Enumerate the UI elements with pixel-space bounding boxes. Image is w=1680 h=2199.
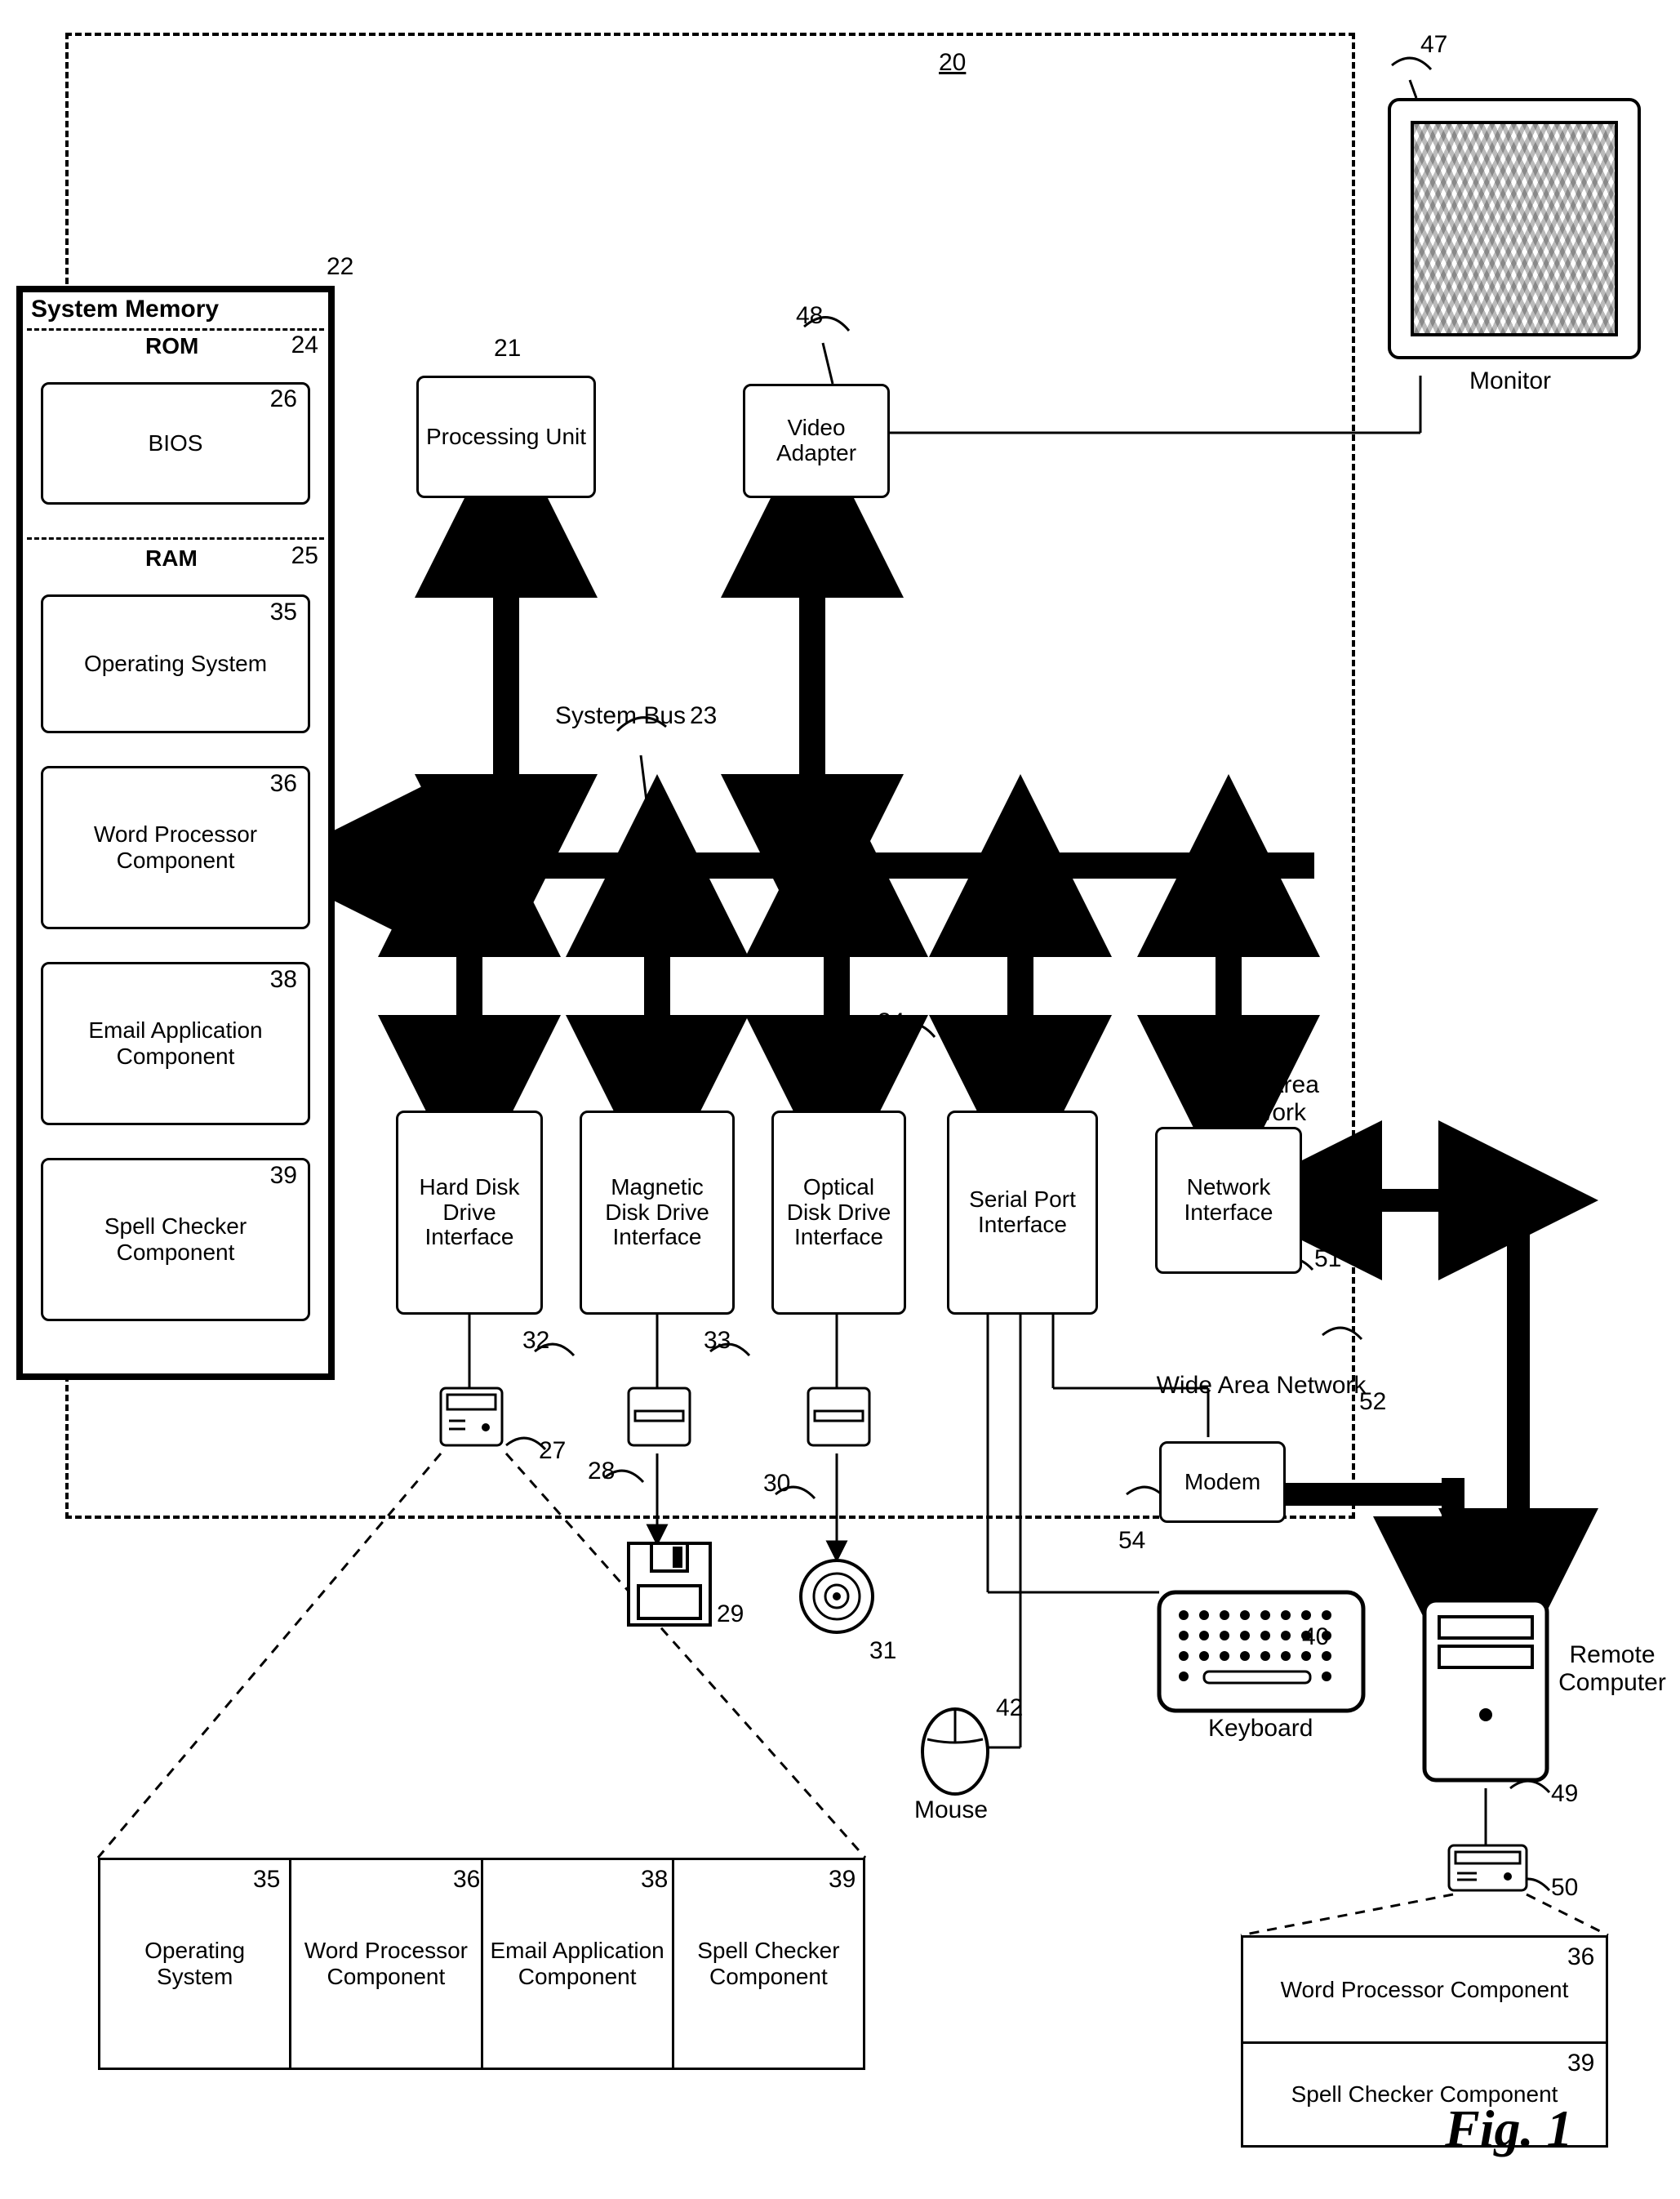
ref-remote-hd: 50 [1551, 1874, 1578, 1902]
modem: Modem [1159, 1441, 1286, 1523]
network-interface: Network Interface [1155, 1127, 1302, 1274]
system-memory: System Memory ROM 24 BIOS 26 RAM 25 Oper… [16, 286, 335, 1380]
ram-sp-label: Spell Checker Component [51, 1213, 300, 1266]
hard-disk-drive-interface: Hard Disk Drive Interface [396, 1111, 543, 1315]
ref-cd: 31 [869, 1637, 896, 1665]
ref-remote-wp: 36 [1567, 1943, 1594, 1971]
mouse-label: Mouse [914, 1796, 988, 1824]
video-adapter-label: Video Adapter [750, 416, 882, 466]
ref-floppy-drive: 28 [588, 1458, 615, 1485]
magnetic-disk-drive-interface: Magnetic Disk Drive Interface [580, 1111, 735, 1315]
ref-hd-wp: 36 [453, 1866, 480, 1894]
wan-label: Wide Area Network [1155, 1372, 1367, 1400]
hdi-label: Hard Disk Drive Interface [403, 1175, 536, 1250]
hd-os-label: Operating System [107, 1938, 282, 1990]
monitor-screen [1411, 121, 1618, 336]
ref-hd-em: 38 [641, 1866, 668, 1894]
remote-hd-wp-label: Word Processor Component [1281, 1977, 1569, 2003]
mdi-label: Magnetic Disk Drive Interface [587, 1175, 727, 1250]
ref-hd-os: 35 [253, 1866, 280, 1894]
nic-label: Network Interface [1162, 1175, 1295, 1226]
processing-unit-label: Processing Unit [426, 425, 586, 450]
video-adapter: Video Adapter [743, 384, 890, 498]
ref-mdi: 33 [704, 1327, 731, 1355]
ref-computer: 20 [939, 49, 966, 77]
monitor-label: Monitor [1469, 367, 1551, 395]
remote-hd-wp: Word Processor Component [1243, 1938, 1606, 2041]
ref-lan: 51 [1314, 1245, 1341, 1273]
keyboard-label: Keyboard [1208, 1715, 1313, 1743]
ram-label: RAM [145, 545, 198, 572]
ram-wp-label: Word Processor Component [51, 821, 300, 874]
ref-ram-wp: 36 [270, 770, 297, 798]
rom-label: ROM [145, 333, 198, 359]
ref-ram-sp: 39 [270, 1162, 297, 1190]
ref-rom: 24 [291, 332, 318, 359]
ref-cd-drive: 30 [763, 1470, 790, 1498]
ref-remote-sp: 39 [1567, 2050, 1594, 2077]
ref-sysmem: 22 [327, 253, 353, 281]
hd-wp: Word Processor Component [289, 1860, 480, 2068]
ram-os-label: Operating System [84, 651, 267, 677]
ref-spi: 46 [963, 1013, 990, 1040]
hd-sp-label: Spell Checker Component [681, 1938, 856, 1990]
hd-em-label: Email Application Component [490, 1938, 665, 1990]
system-memory-title: System Memory [31, 296, 219, 323]
processing-unit: Processing Unit [416, 376, 596, 498]
ref-ram-os: 35 [270, 599, 297, 626]
ref-ram: 25 [291, 542, 318, 570]
odi-label: Optical Disk Drive Interface [779, 1175, 899, 1250]
ref-floppy-disk: 29 [717, 1600, 744, 1628]
bios-label: BIOS [149, 430, 203, 456]
serial-port-interface: Serial Port Interface [947, 1111, 1098, 1315]
ref-hd: 27 [539, 1437, 566, 1465]
ref-modem: 54 [1118, 1527, 1145, 1555]
ref-nic: 53 [1208, 1025, 1235, 1053]
ref-bios: 26 [270, 385, 297, 413]
spi-label: Serial Port Interface [954, 1187, 1091, 1238]
ref-hd-sp: 39 [829, 1866, 856, 1894]
ref-keyboard: 40 [1302, 1623, 1329, 1651]
system-bus-label: System Bus [555, 702, 686, 730]
ref-odi: 34 [878, 1008, 904, 1036]
optical-disk-drive-interface: Optical Disk Drive Interface [771, 1111, 906, 1315]
ref-remote: 49 [1551, 1780, 1578, 1808]
hard-disk-contents: Operating System Word Processor Componen… [98, 1858, 865, 2070]
ref-cpu: 21 [494, 335, 521, 363]
ram-em-label: Email Application Component [51, 1017, 300, 1070]
ref-mouse: 42 [996, 1694, 1023, 1722]
remote-computer-label: Remote Computer [1551, 1641, 1673, 1697]
ref-video: 48 [796, 302, 823, 330]
lan-label: Local Area Network [1155, 1071, 1367, 1127]
ref-hdi: 32 [522, 1327, 549, 1355]
modem-label: Modem [1184, 1470, 1260, 1495]
ref-ram-em: 38 [270, 966, 297, 994]
ref-wan: 52 [1359, 1388, 1386, 1416]
ref-monitor: 47 [1420, 31, 1447, 59]
hd-wp-label: Word Processor Component [298, 1938, 473, 1990]
ref-bus: 23 [690, 702, 717, 730]
figure-label: Fig. 1 [1445, 2099, 1572, 2159]
